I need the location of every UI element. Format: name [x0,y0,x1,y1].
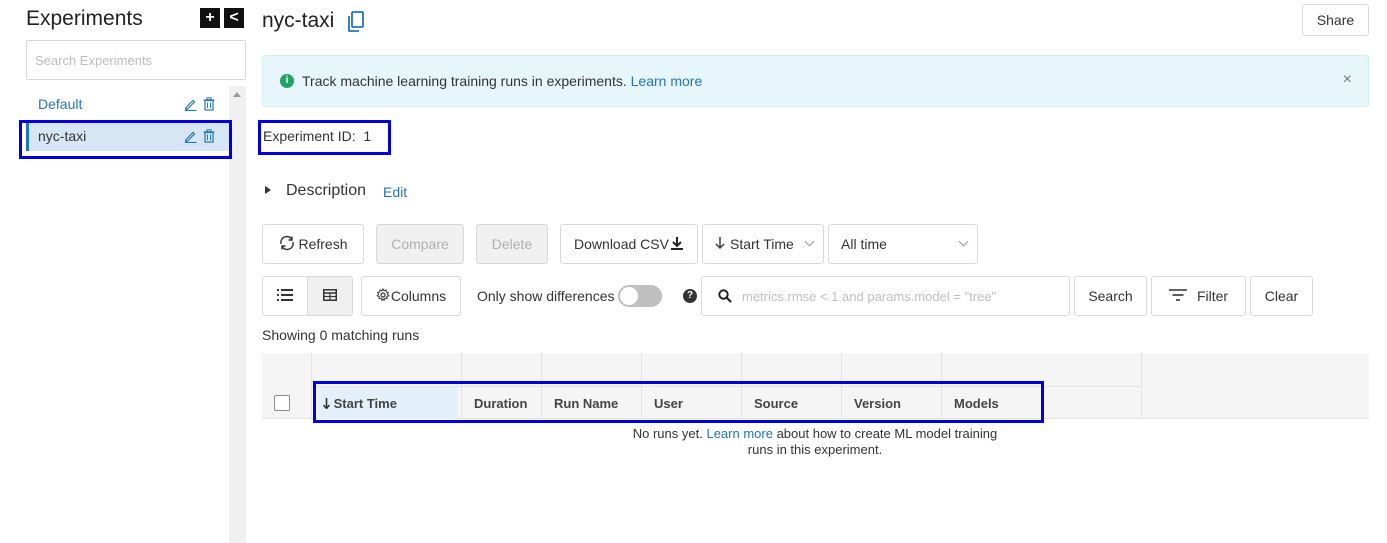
close-icon[interactable]: × [1343,71,1352,89]
experiment-item-label: nyc-taxi [38,128,87,144]
experiments-sidebar: Experiments + < Default nyc-taxi [0,0,246,543]
banner-learn-more-link[interactable]: Learn more [631,73,703,89]
share-button[interactable]: Share [1302,4,1369,36]
table-icon [323,288,337,304]
column-header-user[interactable]: User [654,396,683,411]
info-banner: i Track machine learning training runs i… [262,55,1369,107]
compare-button[interactable]: Compare [376,224,464,264]
page-title: nyc-taxi [262,9,335,32]
chevron-down-icon [804,236,815,247]
matching-runs-count: Showing 0 matching runs [262,327,420,343]
column-header-start-time[interactable]: Start Time [322,396,397,411]
edit-icon[interactable] [184,130,197,143]
column-divider [461,353,462,419]
download-csv-label: Download CSV [574,236,669,252]
filter-label: Filter [1196,288,1229,304]
empty-state-text: No runs yet. [632,426,703,441]
scroll-up-arrow-icon[interactable] [233,92,241,97]
column-divider [941,353,942,419]
description-label[interactable]: Description [286,182,366,200]
download-csv-button[interactable]: Download CSV [560,224,698,264]
copy-icon[interactable] [347,11,365,36]
sort-arrow-down-icon [322,396,334,411]
only-differences-label: Only show differences [477,288,615,304]
columns-label: Columns [390,288,447,304]
sidebar-scrollbar[interactable] [229,86,246,543]
runs-search-input[interactable] [742,286,1052,306]
help-icon[interactable]: ? [683,289,697,303]
experiment-id-value: 1 [363,128,372,144]
column-header-duration[interactable]: Duration [474,396,527,411]
experiment-item-nyc-taxi[interactable]: nyc-taxi [26,121,229,151]
filter-button[interactable]: Filter [1151,276,1246,316]
experiment-id: Experiment ID: 1 [263,128,371,144]
only-differences-toggle[interactable] [618,285,662,307]
column-label: Start Time [333,396,397,411]
delete-icon[interactable] [203,97,215,111]
header-group-divider [312,386,1142,387]
filter-icon [1168,288,1187,304]
caret-right-icon[interactable] [265,186,271,194]
experiment-item-default[interactable]: Default [26,89,229,119]
experiment-item-label: Default [38,96,83,112]
sort-label: Start Time [730,236,794,252]
experiment-id-label: Experiment ID: [263,128,356,144]
description-edit-link[interactable]: Edit [383,184,407,200]
column-header-version[interactable]: Version [854,396,901,411]
empty-state-message: No runs yet. Learn more about how to cre… [622,426,1008,458]
clear-button[interactable]: Clear [1250,276,1313,316]
edit-icon[interactable] [184,98,197,111]
download-icon [670,236,684,253]
delete-button[interactable]: Delete [476,224,548,264]
runs-search-box [701,276,1070,316]
list-view-button[interactable] [262,276,308,316]
add-experiment-button[interactable]: + [200,8,220,28]
columns-button[interactable]: Columns [361,276,461,316]
column-header-models[interactable]: Models [954,396,999,411]
column-divider [841,353,842,419]
runs-table-header: Start Time Duration Run Name User Source… [262,353,1369,419]
search-icon [718,289,732,306]
toggle-knob [620,287,638,305]
info-icon: i [280,74,294,88]
refresh-label: Refresh [298,236,348,252]
column-divider [641,353,642,419]
refresh-button[interactable]: Refresh [262,224,364,264]
column-divider [1141,353,1142,419]
arrow-down-icon [715,236,725,253]
time-range-select[interactable]: All time [828,224,978,264]
empty-state-text-rest: about how to create ML model training ru… [747,426,998,457]
chevron-down-icon [958,236,969,247]
delete-icon[interactable] [203,129,215,143]
sort-select[interactable]: Start Time [702,224,824,264]
sidebar-title: Experiments [26,7,143,30]
search-experiments-input[interactable] [26,40,246,80]
table-view-button[interactable] [307,276,353,316]
refresh-icon [278,235,296,254]
collapse-sidebar-button[interactable]: < [224,8,244,28]
column-divider [541,353,542,419]
list-icon [277,288,293,304]
select-all-checkbox[interactable] [274,395,290,411]
empty-state-learn-more-link[interactable]: Learn more [706,426,772,441]
column-divider [311,353,312,419]
gear-icon [376,287,390,305]
time-range-label: All time [841,236,887,252]
column-header-source[interactable]: Source [754,396,798,411]
banner-message: Track machine learning training runs in … [302,73,627,89]
column-header-run-name[interactable]: Run Name [554,396,618,411]
column-divider [741,353,742,419]
search-button[interactable]: Search [1074,276,1147,316]
banner-text: Track machine learning training runs in … [302,73,702,89]
